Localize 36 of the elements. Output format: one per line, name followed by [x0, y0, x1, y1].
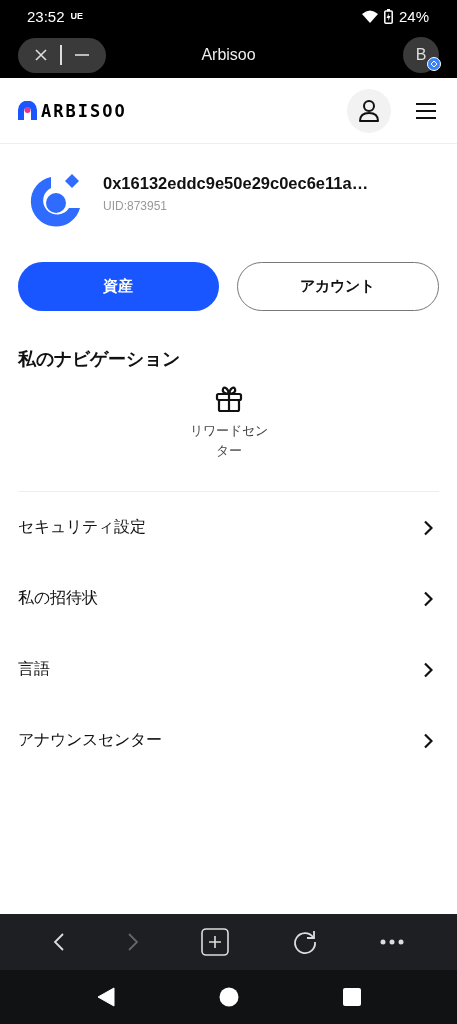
- new-tab-icon[interactable]: [201, 928, 230, 956]
- back-icon[interactable]: [53, 932, 66, 952]
- back-nav-icon[interactable]: [96, 987, 115, 1007]
- chevron-right-icon: [423, 519, 433, 536]
- more-icon[interactable]: [379, 939, 404, 945]
- badge-icon: [427, 57, 441, 71]
- logo-icon: [18, 101, 37, 120]
- recents-nav-icon[interactable]: [342, 988, 361, 1006]
- person-icon: [358, 98, 380, 123]
- home-nav-icon[interactable]: [218, 987, 239, 1007]
- uid-text: UID:873951: [103, 198, 169, 213]
- section-title: 私のナビゲーション: [17, 347, 181, 371]
- menu-row[interactable]: アナウンスセンター: [18, 705, 439, 776]
- menu-icon[interactable]: [415, 101, 437, 120]
- chevron-right-icon: [423, 732, 433, 749]
- menu-row[interactable]: 私の招待状: [18, 563, 439, 634]
- chevron-right-icon: [423, 590, 433, 607]
- battery-percent: 24%: [398, 7, 429, 25]
- status-time: 23:52: [27, 7, 65, 25]
- wallet-address: 0x16132eddc9e50e29c0ec6e11a…: [103, 173, 369, 193]
- wifi-icon: [361, 9, 378, 23]
- carrier-label: UE: [70, 11, 84, 21]
- primary-button[interactable]: 資産: [18, 262, 219, 311]
- gift-icon[interactable]: [214, 385, 243, 413]
- menu-row[interactable]: 言語: [18, 634, 439, 705]
- nav-item-label[interactable]: リワードセンター: [188, 421, 269, 461]
- reload-icon[interactable]: [291, 929, 318, 955]
- logo-text: ARBISOO: [41, 100, 127, 121]
- outline-button[interactable]: アカウント: [236, 262, 439, 311]
- account-button[interactable]: [347, 88, 391, 133]
- chevron-right-icon: [423, 661, 433, 678]
- battery-icon: [383, 8, 393, 24]
- avatar[interactable]: B: [403, 37, 439, 73]
- menu-row[interactable]: セキュリティ設定: [18, 492, 439, 563]
- page-title: Arbisoo: [201, 46, 256, 64]
- close-icon[interactable]: [34, 48, 49, 62]
